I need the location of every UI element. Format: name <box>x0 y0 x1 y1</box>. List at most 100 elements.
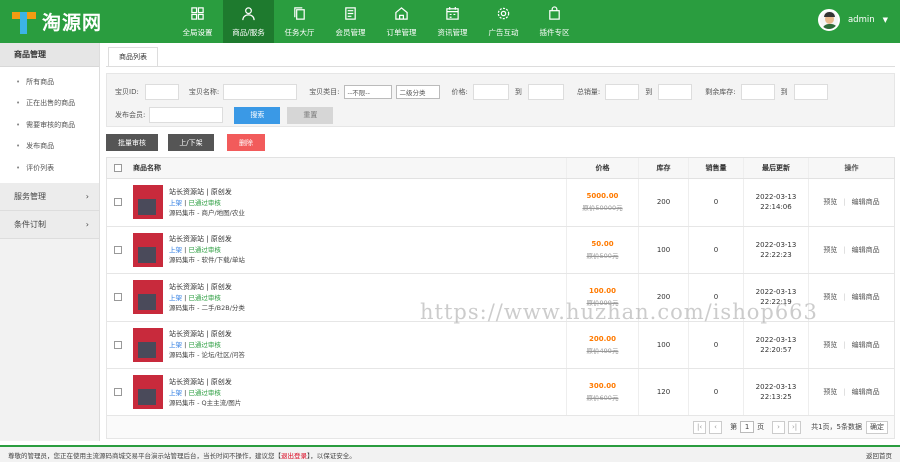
nav-item-5[interactable]: 资讯管理 <box>427 0 478 43</box>
delete-button[interactable]: 删除 <box>227 134 265 151</box>
stock-cell: 100 <box>639 321 689 368</box>
product-cell: 站长资源站 | 原创发 上架 | 已通过审核 源码集市 - Q主主流/图片 <box>129 369 567 416</box>
edit-link[interactable]: 编辑商品 <box>852 340 880 350</box>
audit-status: 已通过审核 <box>188 341 221 350</box>
divider: | <box>843 340 846 349</box>
logout-link[interactable]: 退出登录 <box>281 452 307 460</box>
nav-item-7[interactable]: 插件专区 <box>529 0 580 43</box>
filter-row-2: 发布会员: 搜索 重置 <box>115 106 334 124</box>
price: 200.00 <box>588 334 616 343</box>
page-suffix: 页 <box>757 423 765 431</box>
stock-label: 剩余库存: <box>705 88 736 96</box>
divider: | <box>843 245 846 254</box>
first-page-button[interactable]: |‹ <box>693 420 707 434</box>
tab-product-list[interactable]: 商品列表 <box>108 47 158 66</box>
preview-link[interactable]: 预览 <box>823 340 837 350</box>
row-checkbox[interactable] <box>107 293 129 302</box>
go-button[interactable]: 确定 <box>866 420 888 434</box>
select-all-checkbox[interactable] <box>107 164 129 172</box>
sales-label: 总销量: <box>576 88 601 96</box>
header-name: 商品名称 <box>129 158 567 178</box>
product-title[interactable]: 站长资源站 | 原创发 <box>169 282 245 293</box>
subtype-select[interactable]: 二级分类 <box>395 85 440 99</box>
batch-audit-button[interactable]: 批量审核 <box>106 134 158 151</box>
row-checkbox[interactable] <box>107 340 129 349</box>
last-page-button[interactable]: ›| <box>788 420 802 434</box>
table-body: 站长资源站 | 原创发 上架 | 已通过审核 源码集市 - 商户/地图/农业 5000… <box>106 179 895 417</box>
sales-max-input[interactable] <box>658 84 693 100</box>
sales-min-input[interactable] <box>605 84 640 100</box>
type-select[interactable]: --不限-- <box>343 85 392 99</box>
product-title[interactable]: 站长资源站 | 原创发 <box>169 234 245 245</box>
updated-cell: 2022-03-13 22:13:25 <box>744 369 809 416</box>
product-thumbnail[interactable] <box>133 185 163 220</box>
product-title[interactable]: 站长资源站 | 原创发 <box>169 187 245 198</box>
reset-button[interactable]: 重置 <box>287 106 334 124</box>
sidebar-head[interactable]: 商品管理 <box>0 43 99 67</box>
user-menu[interactable]: admin ▼ <box>817 9 888 31</box>
product-category: 源码集市 - 商户/地图/农业 <box>169 208 245 217</box>
price-to: 到 <box>514 88 522 96</box>
nav-item-0[interactable]: 全局设置 <box>172 0 223 43</box>
sidebar-group-label: 条件订制 <box>14 219 46 229</box>
sidebar-group-service[interactable]: 服务管理 › <box>0 182 99 211</box>
footer-notice: 尊敬的管理员，您正在使用主流源码商城交易平台演示站管理后台，当长时间不操作，建议… <box>8 450 356 460</box>
row-checkbox[interactable] <box>107 245 129 254</box>
sidebar-item-all[interactable]: 所有商品 <box>0 71 99 93</box>
nav-item-4[interactable]: 订单管理 <box>376 0 427 43</box>
product-thumbnail[interactable] <box>133 327 163 362</box>
seller-input[interactable] <box>149 107 224 123</box>
edit-link[interactable]: 编辑商品 <box>852 292 880 302</box>
logo[interactable]: 淘源网 <box>12 8 152 35</box>
nav-item-1[interactable]: 商品/服务 <box>223 0 274 43</box>
id-input[interactable] <box>144 84 179 100</box>
shelf-toggle-button[interactable]: 上/下架 <box>168 134 214 151</box>
prev-page-button[interactable]: ‹ <box>709 420 723 434</box>
sidebar-group-custom[interactable]: 条件订制 › <box>0 210 99 239</box>
name-label: 宝贝名称: <box>188 88 220 96</box>
preview-link[interactable]: 预览 <box>823 292 837 302</box>
edit-link[interactable]: 编辑商品 <box>852 197 880 207</box>
row-checkbox[interactable] <box>107 388 129 397</box>
product-thumbnail[interactable] <box>133 280 163 315</box>
price-max-input[interactable] <box>527 84 564 100</box>
product-cell: 站长资源站 | 原创发 上架 | 已通过审核 源码集市 - 软件/下载/单站 <box>129 226 567 273</box>
nav-label: 插件专区 <box>539 27 570 37</box>
sidebar-item-selling[interactable]: 正在出售的商品 <box>0 93 99 115</box>
preview-link[interactable]: 预览 <box>823 245 837 255</box>
stock-max-input[interactable] <box>793 84 828 100</box>
sidebar-item-publish[interactable]: 发布商品 <box>0 136 99 158</box>
preview-link[interactable]: 预览 <box>823 197 837 207</box>
header-sales: 销售量 <box>689 158 744 178</box>
actions-cell: 预览 | 编辑商品 <box>809 227 894 274</box>
home-link[interactable]: 返回首页 <box>866 450 892 460</box>
table-row: 站长资源站 | 原创发 上架 | 已通过审核 源码集市 - 软件/下载/单站 50.0… <box>106 226 895 274</box>
product-title[interactable]: 站长资源站 | 原创发 <box>169 329 245 340</box>
product-thumbnail[interactable] <box>133 232 163 267</box>
price-cell: 100.00 原价999元 <box>567 274 639 321</box>
product-title[interactable]: 站长资源站 | 原创发 <box>169 377 241 388</box>
name-input[interactable] <box>223 84 298 100</box>
user-icon <box>241 6 256 27</box>
product-thumbnail[interactable] <box>133 375 163 410</box>
page-prefix: 第 <box>730 423 738 431</box>
search-button[interactable]: 搜索 <box>234 106 281 124</box>
stock-min-input[interactable] <box>740 84 775 100</box>
seller-label: 发布会员: <box>115 111 146 119</box>
preview-link[interactable]: 预览 <box>823 387 837 397</box>
edit-link[interactable]: 编辑商品 <box>852 387 880 397</box>
user-name: admin <box>847 15 875 25</box>
stock-cell: 120 <box>639 369 689 416</box>
table-row: 站长资源站 | 原创发 上架 | 已通过审核 源码集市 - Q主主流/图片 300.0… <box>106 369 895 417</box>
nav-item-6[interactable]: 广告互动 <box>478 0 529 43</box>
sidebar-item-review[interactable]: 需要审核的商品 <box>0 114 99 136</box>
edit-link[interactable]: 编辑商品 <box>852 245 880 255</box>
sidebar-item-comments[interactable]: 评价列表 <box>0 157 99 179</box>
page-input[interactable]: 1 <box>740 421 755 433</box>
product-cell: 站长资源站 | 原创发 上架 | 已通过审核 源码集市 - 论坛/社区/问答 <box>129 321 567 368</box>
next-page-button[interactable]: › <box>772 420 786 434</box>
row-checkbox[interactable] <box>107 198 129 207</box>
nav-item-3[interactable]: 会员管理 <box>325 0 376 43</box>
price-min-input[interactable] <box>472 84 509 100</box>
nav-item-2[interactable]: 任务大厅 <box>274 0 325 43</box>
